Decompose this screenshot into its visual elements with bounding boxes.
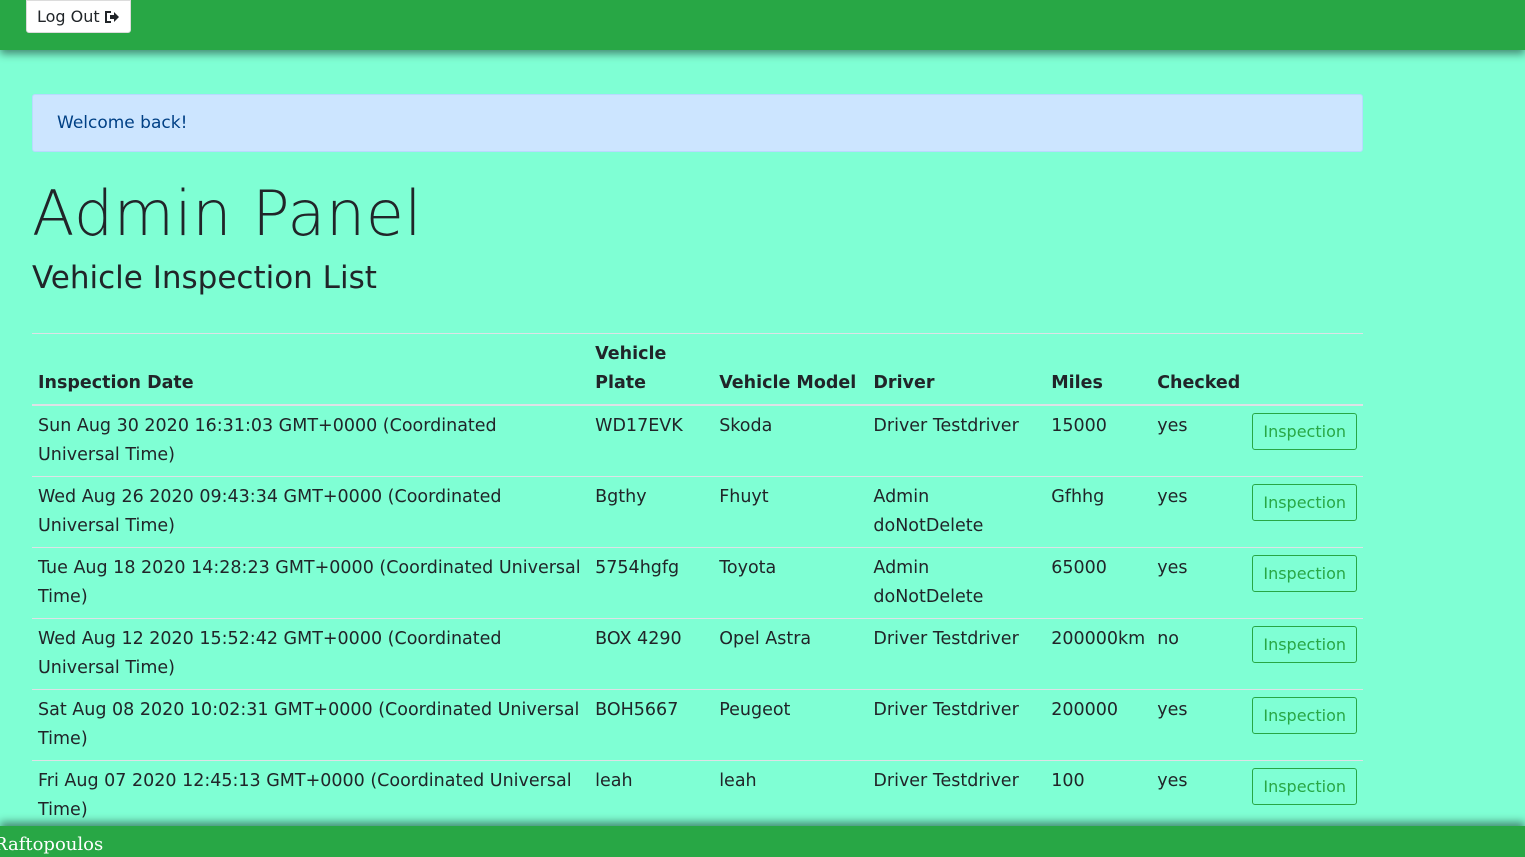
- cell-model: Opel Astra: [713, 618, 868, 690]
- cell-plate: leah: [589, 760, 714, 832]
- cell-model: Skoda: [713, 404, 868, 477]
- cell-checked: yes: [1151, 689, 1247, 761]
- cell-date: Sat Aug 08 2020 10:02:31 GMT+0000 (Coord…: [32, 689, 590, 761]
- header-miles: Miles: [1045, 333, 1152, 407]
- cell-miles: 200000km: [1045, 618, 1152, 690]
- alert-message: Welcome back!: [57, 113, 188, 133]
- inspection-table: Inspection Date Vehicle Plate Vehicle Mo…: [32, 333, 1363, 832]
- inspection-button[interactable]: Inspection: [1252, 626, 1357, 664]
- cell-model: Peugeot: [713, 689, 868, 761]
- header-action: [1246, 333, 1363, 407]
- cell-plate: BOH5667: [589, 689, 714, 761]
- welcome-alert: Welcome back!: [32, 94, 1363, 152]
- cell-date: Fri Aug 07 2020 12:45:13 GMT+0000 (Coord…: [32, 760, 590, 832]
- cell-date: Wed Aug 12 2020 15:52:42 GMT+0000 (Coord…: [32, 618, 590, 690]
- logout-label: Log Out: [37, 7, 100, 26]
- cell-action: Inspection: [1246, 476, 1363, 548]
- table-row: Tue Aug 18 2020 14:28:23 GMT+0000 (Coord…: [32, 547, 1363, 619]
- cell-driver: Driver Testdriver: [867, 618, 1046, 690]
- cell-plate: Bgthy: [589, 476, 714, 548]
- cell-miles: Gfhhg: [1045, 476, 1152, 548]
- table-header-row: Inspection Date Vehicle Plate Vehicle Mo…: [32, 333, 1363, 407]
- cell-plate: 5754hgfg: [589, 547, 714, 619]
- cell-plate: BOX 4290: [589, 618, 714, 690]
- table-row: Wed Aug 12 2020 15:52:42 GMT+0000 (Coord…: [32, 618, 1363, 690]
- inspection-button[interactable]: Inspection: [1252, 484, 1357, 522]
- cell-checked: yes: [1151, 547, 1247, 619]
- cell-checked: yes: [1151, 404, 1247, 477]
- cell-action: Inspection: [1246, 760, 1363, 832]
- cell-action: Inspection: [1246, 618, 1363, 690]
- cell-model: Fhuyt: [713, 476, 868, 548]
- logout-button[interactable]: Log Out: [26, 0, 131, 33]
- cell-action: Inspection: [1246, 547, 1363, 619]
- cell-date: Wed Aug 26 2020 09:43:34 GMT+0000 (Coord…: [32, 476, 590, 548]
- main-content: Welcome back! Admin Panel Vehicle Inspec…: [32, 94, 1363, 832]
- cell-miles: 15000: [1045, 404, 1152, 477]
- header-vehicle-plate: Vehicle Plate: [589, 333, 714, 407]
- cell-driver: Admin doNotDelete: [867, 476, 1046, 548]
- header-driver: Driver: [867, 333, 1046, 407]
- cell-checked: no: [1151, 618, 1247, 690]
- inspection-button[interactable]: Inspection: [1252, 768, 1357, 806]
- cell-driver: Admin doNotDelete: [867, 547, 1046, 619]
- header-inspection-date: Inspection Date: [32, 333, 590, 407]
- header-vehicle-plate-label: Vehicle Plate: [595, 344, 667, 394]
- page-subtitle: Vehicle Inspection List: [32, 260, 377, 297]
- table-row: Sat Aug 08 2020 10:02:31 GMT+0000 (Coord…: [32, 689, 1363, 761]
- cell-model: leah: [713, 760, 868, 832]
- cell-driver: Driver Testdriver: [867, 689, 1046, 761]
- header-checked: Checked: [1151, 333, 1247, 407]
- cell-checked: yes: [1151, 476, 1247, 548]
- page-title: Admin Panel: [32, 177, 423, 250]
- footer-text: Raftopoulos: [0, 834, 104, 855]
- table-row: Wed Aug 26 2020 09:43:34 GMT+0000 (Coord…: [32, 476, 1363, 548]
- cell-miles: 200000: [1045, 689, 1152, 761]
- sign-out-icon: [104, 10, 119, 23]
- cell-driver: Driver Testdriver: [867, 404, 1046, 477]
- cell-driver: Driver Testdriver: [867, 760, 1046, 832]
- cell-action: Inspection: [1246, 404, 1363, 477]
- cell-plate: WD17EVK: [589, 404, 714, 477]
- table-row: Fri Aug 07 2020 12:45:13 GMT+0000 (Coord…: [32, 760, 1363, 832]
- top-navbar: Log Out: [0, 0, 1525, 50]
- inspection-button[interactable]: Inspection: [1252, 413, 1357, 451]
- table-row: Sun Aug 30 2020 16:31:03 GMT+0000 (Coord…: [32, 404, 1363, 477]
- cell-model: Toyota: [713, 547, 868, 619]
- cell-miles: 100: [1045, 760, 1152, 832]
- inspection-button[interactable]: Inspection: [1252, 555, 1357, 593]
- inspection-button[interactable]: Inspection: [1252, 697, 1357, 735]
- cell-action: Inspection: [1246, 689, 1363, 761]
- header-vehicle-model: Vehicle Model: [713, 333, 868, 407]
- cell-miles: 65000: [1045, 547, 1152, 619]
- cell-date: Tue Aug 18 2020 14:28:23 GMT+0000 (Coord…: [32, 547, 590, 619]
- cell-checked: yes: [1151, 760, 1247, 832]
- cell-date: Sun Aug 30 2020 16:31:03 GMT+0000 (Coord…: [32, 404, 590, 477]
- footer-bar: Raftopoulos: [0, 826, 1525, 857]
